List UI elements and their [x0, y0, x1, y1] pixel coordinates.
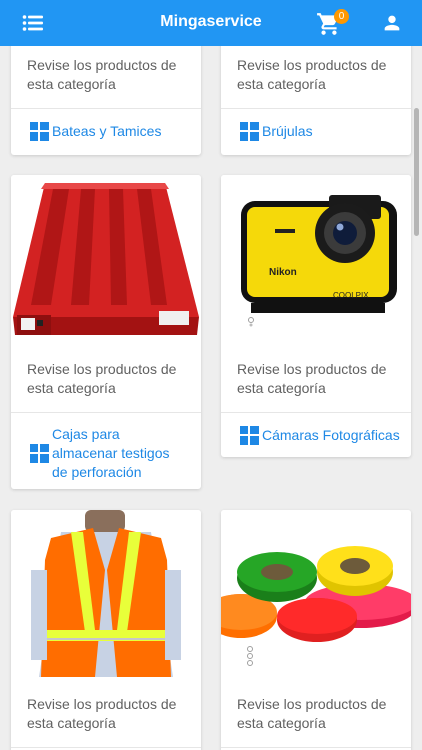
- card-divider: [221, 747, 411, 748]
- app-title: Mingaservice: [160, 13, 262, 30]
- category-card[interactable]: Revise los productos de esta categoría: [11, 510, 201, 750]
- category-name: Brújulas: [262, 123, 313, 139]
- category-card[interactable]: Revise los productos de esta categoría C…: [11, 175, 201, 489]
- card-divider: [11, 108, 201, 109]
- app-header: Mingaservice 0: [0, 0, 422, 46]
- category-link[interactable]: Brújulas: [240, 122, 313, 141]
- card-description: Revise los productos de esta categoría: [27, 361, 177, 396]
- camera-brand: Nikon: [269, 267, 297, 278]
- card-divider: [11, 747, 201, 748]
- card-description: Revise los productos de esta categoría: [237, 696, 387, 731]
- grid-icon: [30, 444, 49, 463]
- card-description: Revise los productos de esta categoría: [237, 361, 387, 396]
- user-account-button[interactable]: [381, 12, 403, 34]
- card-divider: [11, 412, 201, 413]
- grid-icon: [30, 122, 49, 141]
- category-card[interactable]: Revise los productos de esta categoría: [221, 510, 411, 750]
- flagging-tape-image: [221, 510, 411, 677]
- core-box-image: [11, 175, 201, 342]
- category-link[interactable]: Cajas para almacenar testigos de perfora…: [30, 425, 184, 482]
- category-link[interactable]: Cámaras Fotográficas: [240, 426, 400, 445]
- cart-count-badge: 0: [334, 9, 349, 24]
- card-description: Revise los productos de esta categoría: [27, 57, 177, 92]
- category-name: Cámaras Fotográficas: [262, 427, 400, 443]
- category-link[interactable]: Bateas y Tamices: [30, 122, 161, 141]
- safety-vest-image: [11, 510, 201, 677]
- scrollbar[interactable]: [414, 108, 419, 236]
- camera-image: Nikon COOLPIX: [221, 175, 411, 342]
- card-description: Revise los productos de esta categoría: [27, 696, 177, 731]
- card-description: Revise los productos de esta categoría: [237, 57, 387, 92]
- category-name: Cajas para almacenar testigos de perfora…: [52, 426, 170, 480]
- grid-icon: [240, 426, 259, 445]
- pager-dots-icon: [247, 646, 253, 666]
- card-divider: [221, 108, 411, 109]
- pager-dots-icon: [248, 317, 254, 327]
- category-name: Bateas y Tamices: [52, 123, 162, 139]
- camera-model: COOLPIX: [333, 291, 369, 300]
- user-icon: [384, 15, 400, 31]
- category-card[interactable]: Nikon COOLPIX Revise los productos de es…: [221, 175, 411, 457]
- card-divider: [221, 412, 411, 413]
- grid-icon: [240, 122, 259, 141]
